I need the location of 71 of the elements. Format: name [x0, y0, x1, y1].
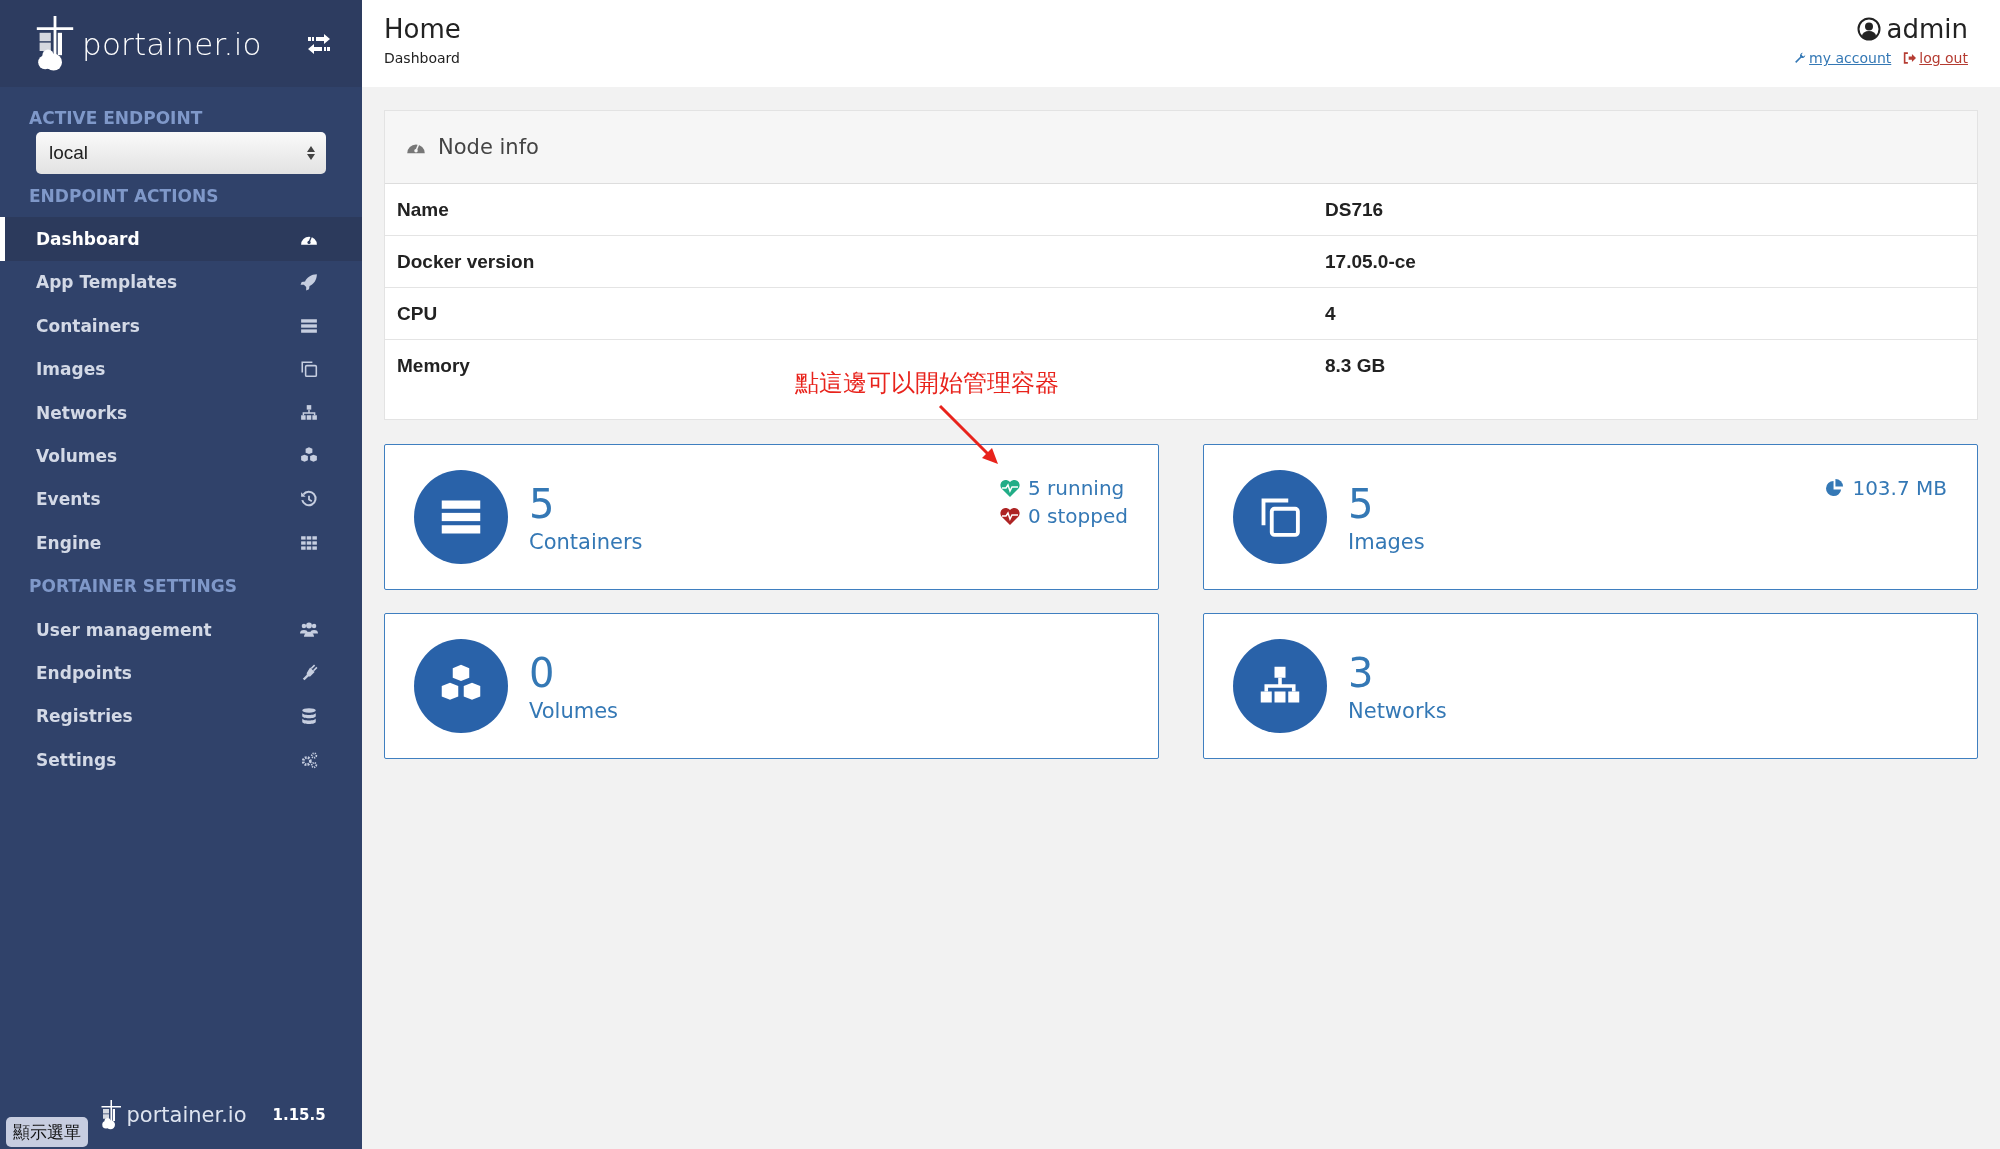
rocket-icon [300, 273, 318, 292]
stat-text: 0 stopped [1028, 504, 1128, 528]
sidebar-item[interactable]: Volumes [0, 434, 362, 478]
panel-title: Node info [438, 135, 539, 159]
grid-icon [300, 533, 318, 552]
sidebar-item[interactable]: Engine [0, 521, 362, 565]
swap-arrows-icon[interactable] [306, 32, 332, 55]
annotation-text: 點這邊可以開始管理容器 [795, 368, 1059, 399]
sign-out-icon [1903, 52, 1917, 64]
updown-caret-icon [306, 145, 316, 161]
section-heading: ACTIVE ENDPOINT [29, 108, 203, 128]
count-number: 3 [1348, 649, 1375, 697]
sidebar-item[interactable]: Endpoints [0, 651, 362, 695]
user-circle-icon [1856, 17, 1881, 41]
count-number: 0 [529, 649, 556, 697]
endpoint-select[interactable]: local [36, 132, 326, 174]
table-cell-text: 8.3 GB [1325, 354, 1387, 377]
section-heading: ENDPOINT ACTIONS [28, 184, 220, 208]
table-cell-text: Docker version [397, 250, 536, 273]
users-icon [300, 620, 318, 639]
tile-label[interactable]: Containers [529, 530, 643, 554]
tile-label[interactable]: Images [1348, 530, 1425, 554]
table-cell-text: Name [397, 198, 450, 221]
wrench-icon [1794, 52, 1807, 64]
server-icon [300, 316, 318, 335]
page-title: Home [384, 14, 461, 44]
table-cell-text: DS716 [1325, 198, 1385, 221]
database-icon [300, 707, 318, 726]
crane-logo-icon [100, 1100, 123, 1130]
stat-card[interactable]: 3 Networks [1203, 613, 1978, 759]
logo-text: portainer.io [82, 25, 262, 62]
sidebar-item[interactable]: App Templates [0, 260, 362, 305]
logo-text: portainer.io [126, 1103, 247, 1127]
show-menu-button[interactable]: 顯示選單 [6, 1117, 88, 1147]
history-icon [300, 490, 318, 509]
stat-text: 103.7 MB [1852, 476, 1947, 500]
table-cell-text: Memory [397, 354, 471, 377]
heartbeat-icon [1000, 479, 1020, 497]
copy-icon [300, 360, 318, 379]
breadcrumb: Dashboard [384, 50, 461, 66]
heartbeat-icon [1000, 507, 1020, 525]
sidebar-item[interactable]: Networks [0, 390, 362, 435]
version-label: 1.15.5 [272, 1106, 326, 1124]
section-heading: PORTAINER SETTINGS [28, 575, 239, 599]
crane-logo-icon [34, 15, 76, 72]
table-cell-text: 17.05.0-ce [1325, 250, 1417, 273]
tile-label[interactable]: Volumes [529, 699, 619, 723]
username: admin [1886, 14, 1968, 44]
stat-card[interactable]: 5 Containers 5 running 0 stopped [384, 444, 1159, 590]
stat-text: 5 running [1028, 476, 1125, 500]
gears-icon [300, 750, 318, 769]
logout-link[interactable]: log out [1903, 50, 1968, 66]
account-link[interactable]: my account [1794, 50, 1892, 66]
sitemap-icon [300, 403, 318, 422]
count-number: 5 [1348, 480, 1375, 528]
stat-card[interactable]: 0 Volumes [384, 613, 1159, 759]
sidebar-item[interactable]: User management [0, 607, 362, 652]
annotation-arrow [938, 404, 998, 464]
count-number: 5 [529, 480, 556, 528]
stat-card[interactable]: 5 Images 103.7 MB [1203, 444, 1978, 590]
sidebar-item[interactable]: Events [0, 477, 362, 522]
sidebar-item[interactable]: Registries [0, 694, 362, 739]
sidebar-item[interactable]: Containers [0, 304, 362, 348]
table-cell-text: 4 [1325, 302, 1337, 325]
tile-label[interactable]: Networks [1348, 699, 1447, 723]
table-cell-text: CPU [397, 302, 439, 325]
plug-icon [300, 664, 318, 682]
sidebar-item[interactable]: Images [0, 347, 362, 391]
sidebar-item[interactable]: Dashboard [0, 217, 362, 261]
pie-chart-icon [1825, 478, 1845, 498]
sidebar-item[interactable]: Settings [0, 738, 362, 782]
